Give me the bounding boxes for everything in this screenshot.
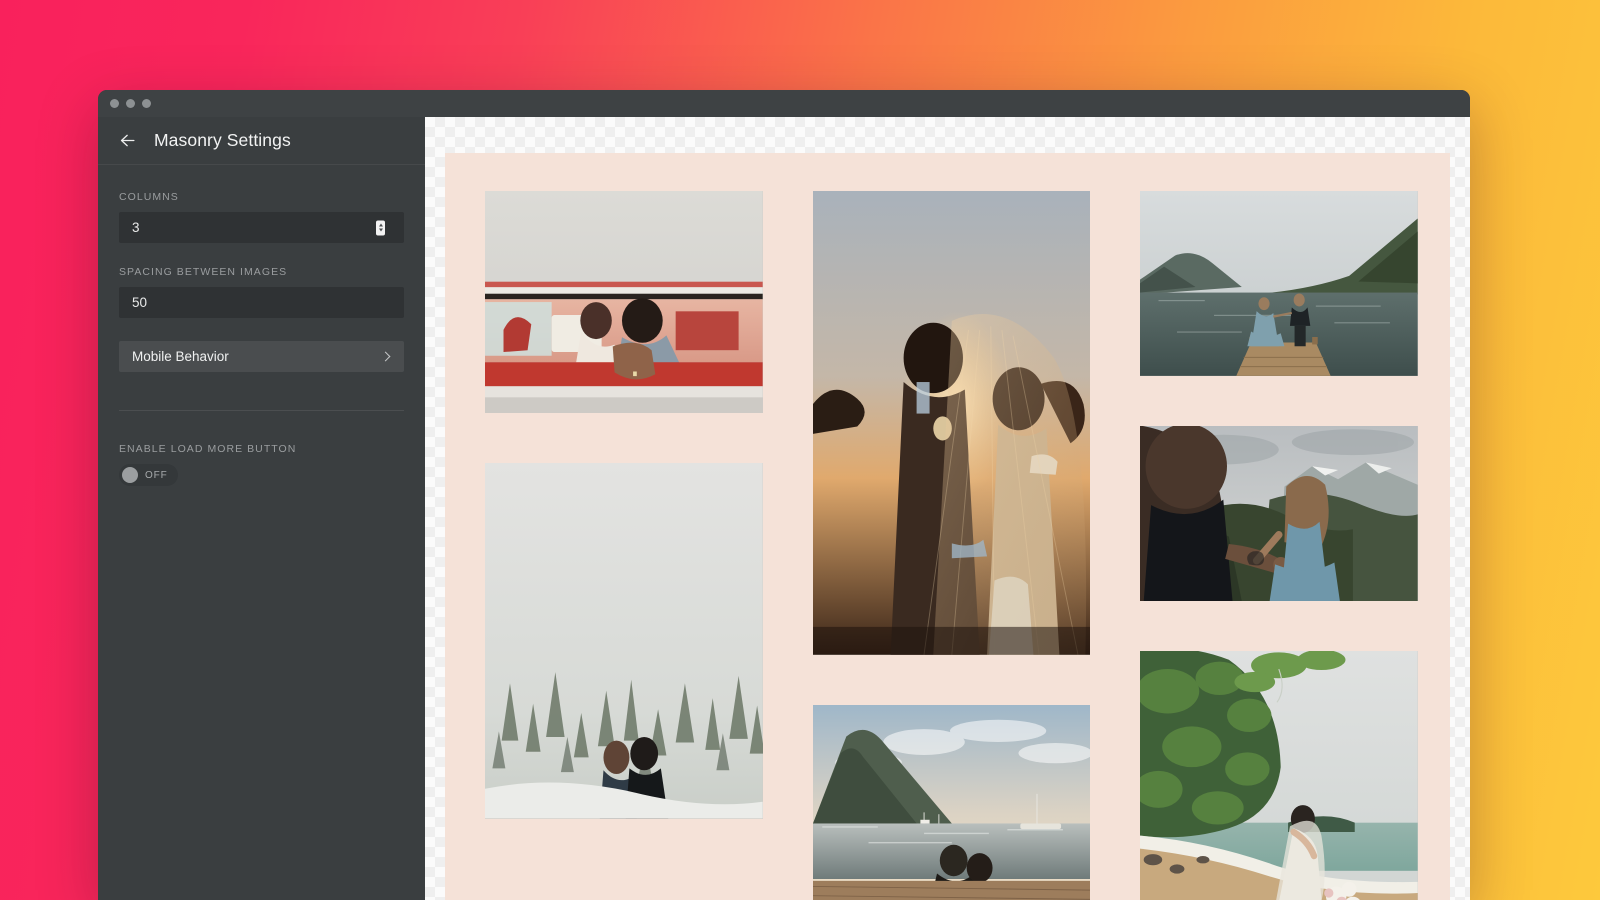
section-divider [119,410,404,411]
window-titlebar [98,90,1470,117]
preview-canvas [425,117,1470,900]
spacing-label: SPACING BETWEEN IMAGES [119,266,404,278]
masonry-grid [485,191,1418,900]
gallery-photo[interactable] [1140,191,1418,376]
close-dot[interactable] [110,99,119,108]
columns-input[interactable]: 3 [119,212,404,243]
mobile-behavior-row[interactable]: Mobile Behavior [119,341,404,372]
columns-label: COLUMNS [119,191,404,203]
mobile-behavior-label: Mobile Behavior [132,349,229,364]
masonry-column-2 [813,191,1091,900]
page-title: Masonry Settings [154,130,291,151]
load-more-label: ENABLE LOAD MORE BUTTON [119,443,404,455]
load-more-toggle[interactable]: OFF [119,464,178,486]
panel-content: COLUMNS 3 SPACING BETWEEN IMAGES 50 Mobi… [98,165,425,900]
arrow-left-icon[interactable] [118,131,137,150]
toggle-state-label: OFF [145,470,168,481]
gallery-photo[interactable] [1140,426,1418,601]
browser-window: Masonry Settings COLUMNS 3 SPACING BETWE… [98,90,1470,900]
gallery-photo[interactable] [1140,651,1418,900]
number-stepper-icon[interactable] [376,220,385,235]
settings-sidebar: Masonry Settings COLUMNS 3 SPACING BETWE… [98,117,425,900]
chevron-right-icon [381,352,391,362]
gallery-photo[interactable] [485,463,763,818]
window-body: Masonry Settings COLUMNS 3 SPACING BETWE… [98,117,1470,900]
spacing-input[interactable]: 50 [119,287,404,318]
maximize-dot[interactable] [142,99,151,108]
masonry-column-1 [485,191,763,819]
columns-value: 3 [132,220,140,235]
gallery-photo[interactable] [485,191,763,413]
gallery-photo[interactable] [813,705,1091,900]
minimize-dot[interactable] [126,99,135,108]
toggle-knob [122,467,138,483]
masonry-column-3 [1140,191,1418,900]
gallery-photo[interactable] [813,191,1091,655]
gallery-sheet [445,153,1450,900]
spacing-value: 50 [132,295,147,310]
panel-header: Masonry Settings [98,117,425,165]
